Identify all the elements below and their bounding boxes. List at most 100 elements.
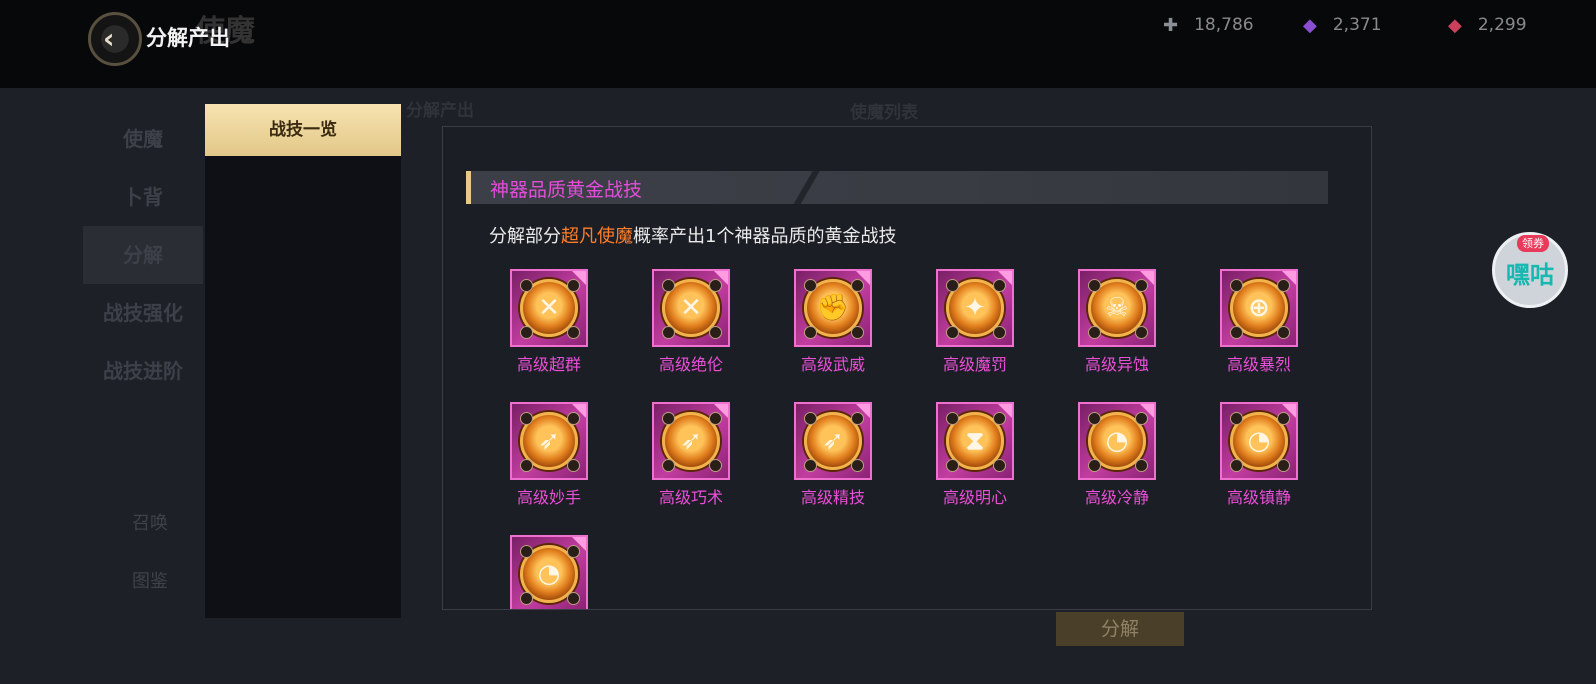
- hourglass-icon: ⧗: [965, 426, 985, 456]
- flaming-fist-icon: ✊: [816, 293, 850, 323]
- skill-item[interactable]: ✊ 高级武威: [773, 269, 893, 389]
- currency-gold[interactable]: ✚ 18,786: [1163, 14, 1254, 36]
- skill-name: 高级妙手: [516, 488, 581, 507]
- skill-item[interactable]: ✕ 高级超群: [489, 269, 609, 389]
- skill-name: 高级冷静: [1084, 488, 1149, 507]
- tab-skill-list[interactable]: 战技一览: [205, 104, 401, 156]
- bg-codex-label: 图鉴: [132, 571, 168, 592]
- bg-nav-item: 使魔: [123, 127, 163, 151]
- bg-summon-label: 召唤: [132, 513, 168, 534]
- skill-frame: ⧗: [936, 402, 1014, 480]
- desc-highlight: 超凡使魔: [561, 226, 633, 247]
- skill-orb: ➶: [662, 412, 722, 472]
- skill-orb: ☠: [1088, 279, 1148, 339]
- skill-frame: ◔: [510, 535, 588, 609]
- skill-name: 高级暴烈: [1226, 355, 1291, 374]
- skill-orb: ✊: [804, 279, 864, 339]
- skill-item[interactable]: ✕ 高级绝伦: [631, 269, 751, 389]
- desc-prefix: 分解部分: [489, 226, 561, 247]
- desc-suffix: 概率产出1个神器品质的黄金战技: [633, 226, 897, 247]
- currency-purple-gem[interactable]: ◆ 2,371: [1303, 14, 1382, 36]
- skill-item[interactable]: ➶ 高级精技: [773, 402, 893, 522]
- skill-item[interactable]: ⧗ 高级明心: [915, 402, 1035, 522]
- skill-sidebar: [205, 104, 401, 618]
- skill-orb: ✕: [520, 279, 580, 339]
- skill-orb: ⊕: [1230, 279, 1290, 339]
- section-description: 分解部分超凡使魔概率产出1个神器品质的黄金战技: [489, 222, 896, 248]
- back-chevron-icon: ‹: [103, 22, 115, 55]
- skill-item[interactable]: ☠ 高级异蚀: [1057, 269, 1177, 389]
- skill-name: 高级超群: [516, 355, 581, 374]
- skill-name: 高级巧术: [658, 488, 723, 507]
- background-decompose-button: 分解: [1056, 612, 1184, 646]
- skull-icon: ☠: [1105, 293, 1129, 323]
- background-left-nav: 使魔 卜背 分解 战技强化 战技进阶: [83, 110, 203, 530]
- clock-rank-1-icon: ◔: [1105, 426, 1129, 456]
- background-bottom-nav: 召唤 图鉴: [120, 510, 180, 596]
- bg-nav-item: 卜背: [123, 185, 163, 209]
- bg-ghost-label: 使魔列表: [850, 103, 918, 123]
- skill-frame: ◔: [1078, 402, 1156, 480]
- coupon-float-button[interactable]: 领券 嘿咕: [1492, 232, 1568, 308]
- crossed-swords-plus-icon: ✕: [538, 293, 560, 323]
- bg-nav-item: 分解: [83, 226, 203, 284]
- skill-frame: ⊕: [1220, 269, 1298, 347]
- skill-frame: ➶: [652, 402, 730, 480]
- skill-orb: ✦: [946, 279, 1006, 339]
- section-title: 神器品质黄金战技: [490, 179, 643, 201]
- clock-rank-3-icon: ◔: [537, 559, 561, 589]
- skill-item[interactable]: ➶ 高级妙手: [489, 402, 609, 522]
- section-header-notch: [784, 171, 824, 204]
- gold-coin-plus-icon: ✚: [1163, 14, 1179, 36]
- skill-item[interactable]: ➶ 高级巧术: [631, 402, 751, 522]
- currency-red-gem[interactable]: ◆ 2,299: [1448, 14, 1527, 36]
- skill-orb: ✕: [662, 279, 722, 339]
- top-bar: 使魔 ‹ 分解产出 ✚ 18,786 ◆ 2,371 ◆ 2,299: [0, 0, 1596, 88]
- skill-frame: ☠: [1078, 269, 1156, 347]
- decompose-output-dialog: 神器品质黄金战技 分解部分超凡使魔概率产出1个神器品质的黄金战技 ✕ 高级超群 ✕ 高…: [442, 126, 1372, 610]
- red-gem-plus-icon: ◆: [1448, 14, 1462, 36]
- bg-nav-item: 战技强化: [103, 301, 183, 325]
- purple-gem-icon: ◆: [1303, 14, 1317, 36]
- target-icon: ⊕: [1248, 293, 1270, 323]
- skill-orb: ➶: [804, 412, 864, 472]
- skill-orb: ◔: [1088, 412, 1148, 472]
- clock-rank-2-icon: ◔: [1247, 426, 1271, 456]
- page-title: 分解产出: [146, 26, 230, 50]
- skill-item[interactable]: ◔ 高级镇静: [1199, 402, 1319, 522]
- arrow-rank-2-icon: ➶: [680, 426, 702, 456]
- skill-name: 高级异蚀: [1084, 355, 1149, 374]
- arrow-rank-3-icon: ➶: [822, 426, 844, 456]
- currency-red-gem-value: 2,299: [1477, 15, 1527, 35]
- arrow-rank-1-icon: ➶: [538, 426, 560, 456]
- currency-purple-gem-value: 2,371: [1332, 15, 1382, 35]
- skill-frame: ✦: [936, 269, 1014, 347]
- skill-item[interactable]: ✦ 高级魔罚: [915, 269, 1035, 389]
- skill-frame: ◔: [1220, 402, 1298, 480]
- bg-ghost-label: 分解产出: [406, 101, 474, 121]
- back-button[interactable]: ‹: [88, 12, 142, 66]
- skill-name: 高级镇静: [1226, 488, 1291, 507]
- skill-name: 高级明心: [942, 488, 1007, 507]
- skill-name: 高级魔罚: [942, 355, 1007, 374]
- skill-name: 高级绝伦: [658, 355, 723, 374]
- skill-frame: ➶: [794, 402, 872, 480]
- crosshair-burst-icon: ✦: [964, 293, 986, 323]
- skill-frame: ✊: [794, 269, 872, 347]
- skill-orb: ◔: [1230, 412, 1290, 472]
- skill-frame: ✕: [652, 269, 730, 347]
- skill-frame: ➶: [510, 402, 588, 480]
- coupon-label: 嘿咕: [1506, 261, 1554, 289]
- skill-orb: ⧗: [946, 412, 1006, 472]
- skill-item[interactable]: ◔ 高级冷静: [1057, 402, 1177, 522]
- coupon-badge: 领券: [1517, 235, 1549, 252]
- section-header: 神器品质黄金战技: [466, 171, 1328, 204]
- skill-item[interactable]: ◔: [489, 535, 609, 609]
- section-accent-bar: [466, 171, 471, 204]
- skill-orb: ➶: [520, 412, 580, 472]
- skill-orb: ◔: [520, 545, 580, 605]
- crossed-swords-icon: ✕: [680, 293, 702, 323]
- skill-item[interactable]: ⊕ 高级暴烈: [1199, 269, 1319, 389]
- skill-name: 高级精技: [800, 488, 865, 507]
- skill-frame: ✕: [510, 269, 588, 347]
